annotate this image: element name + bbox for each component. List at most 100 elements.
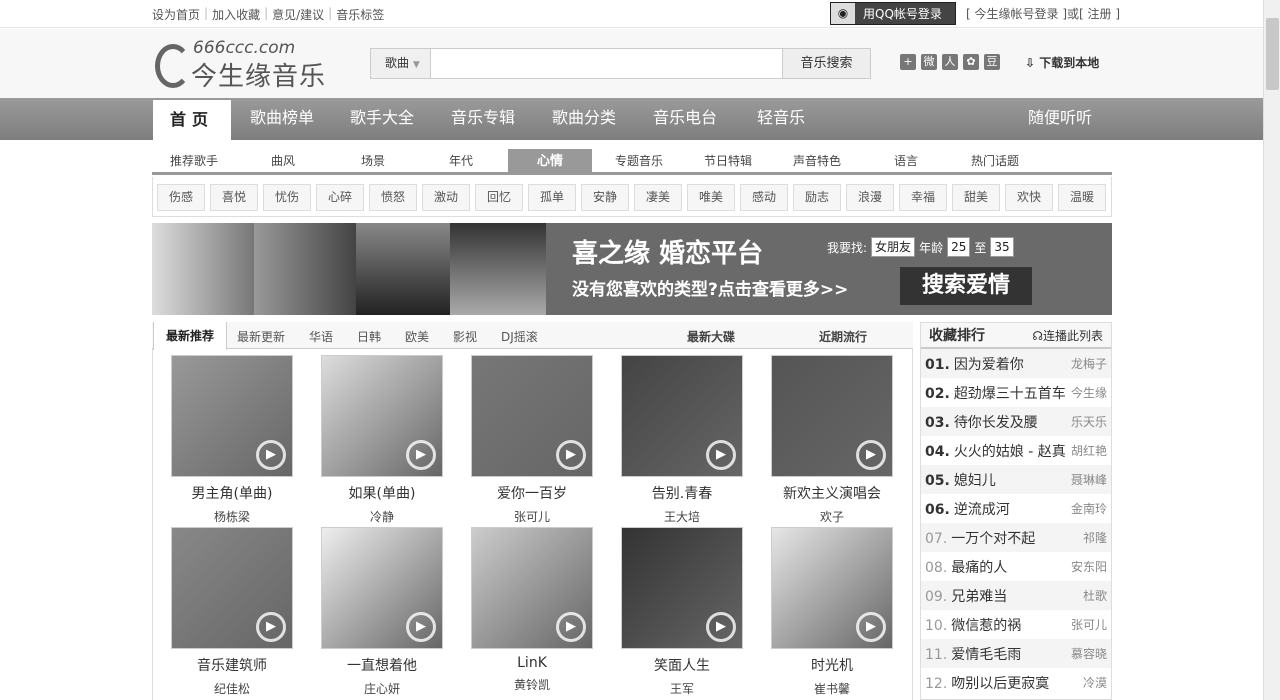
- subnav-item[interactable]: 年代: [449, 152, 473, 169]
- download-link[interactable]: ⇩ 下载到本地: [1025, 54, 1099, 71]
- rank-song[interactable]: 微信惹的祸: [951, 618, 1021, 634]
- weibo-icon[interactable]: 微: [921, 54, 937, 70]
- ranking-row[interactable]: 03. 待你长发及腰 乐天乐: [921, 407, 1111, 436]
- age-to-select[interactable]: 35: [990, 237, 1014, 257]
- search-input[interactable]: [431, 49, 782, 78]
- album-artist[interactable]: 杨栋梁: [157, 508, 307, 525]
- mood-tag[interactable]: 欢快: [1005, 184, 1053, 211]
- play-icon[interactable]: ▶: [256, 612, 286, 642]
- subnav-item[interactable]: 语言: [894, 152, 918, 169]
- rank-artist[interactable]: 胡红艳: [1071, 442, 1107, 459]
- ranking-row[interactable]: 11. 爱情毛毛雨 慕容晓: [921, 639, 1111, 668]
- mood-tag[interactable]: 感动: [740, 184, 788, 211]
- album-cover[interactable]: ▶: [771, 527, 893, 649]
- mood-tag[interactable]: 温暖: [1058, 184, 1106, 211]
- play-icon[interactable]: ▶: [406, 612, 436, 642]
- douban-icon[interactable]: 豆: [984, 54, 1000, 70]
- tab-film[interactable]: 影视: [453, 328, 477, 345]
- album-card[interactable]: ▶ LinK 黄铃凯: [457, 527, 607, 693]
- album-title[interactable]: 笑面人生: [607, 655, 757, 675]
- tab-latest-recommend[interactable]: 最新推荐: [153, 322, 228, 350]
- rank-artist[interactable]: 安东阳: [1071, 558, 1107, 575]
- nav-categories[interactable]: 歌曲分类: [552, 98, 616, 140]
- play-icon[interactable]: ▶: [406, 440, 436, 470]
- ranking-row[interactable]: 07. 一万个对不起 祁隆: [921, 523, 1111, 552]
- album-cover[interactable]: ▶: [471, 355, 593, 477]
- play-all-button[interactable]: ☊连播此列表: [1032, 327, 1103, 344]
- tab-chinese[interactable]: 华语: [309, 328, 333, 345]
- rank-song[interactable]: 吻别以后更寂寞: [951, 676, 1049, 692]
- search-button[interactable]: 音乐搜索: [782, 49, 870, 78]
- nav-random[interactable]: 随便听听: [1028, 98, 1092, 140]
- album-artist[interactable]: 崔书馨: [757, 680, 907, 697]
- rank-artist[interactable]: 聂琳峰: [1071, 471, 1107, 488]
- search-love-button[interactable]: 搜索爱情: [900, 267, 1032, 305]
- rank-artist[interactable]: 张可儿: [1071, 616, 1107, 633]
- dating-banner[interactable]: 喜之缘 婚恋平台 没有您喜欢的类型?点击查看更多>> 我要找: 女朋友 年龄 25 …: [152, 223, 1112, 315]
- feedback-link[interactable]: 意见/建议: [272, 6, 324, 23]
- rank-artist[interactable]: 冷漠: [1083, 674, 1107, 691]
- play-icon[interactable]: ▶: [706, 440, 736, 470]
- album-title[interactable]: 男主角(单曲): [157, 483, 307, 503]
- play-icon[interactable]: ▶: [706, 612, 736, 642]
- subnav-item[interactable]: 专题音乐: [615, 152, 663, 169]
- subnav-item[interactable]: 节日特辑: [704, 152, 752, 169]
- mood-tag[interactable]: 忧伤: [263, 184, 311, 211]
- banner-subtitle[interactable]: 没有您喜欢的类型?点击查看更多>>: [572, 275, 848, 300]
- rank-song[interactable]: 最痛的人: [951, 560, 1007, 576]
- ranking-row[interactable]: 01. 因为爱着你 龙梅子: [921, 349, 1111, 378]
- album-cover[interactable]: ▶: [171, 527, 293, 649]
- rank-artist[interactable]: 金南玲: [1071, 500, 1107, 517]
- logo[interactable]: 666ccc.com 今生缘音乐: [155, 36, 335, 94]
- rank-song[interactable]: 逆流成河: [954, 502, 1010, 518]
- mood-tag[interactable]: 喜悦: [210, 184, 258, 211]
- age-from-select[interactable]: 25: [947, 237, 971, 257]
- album-title[interactable]: LinK: [457, 655, 607, 671]
- rank-song[interactable]: 火火的姑娘 - 赵真: [954, 444, 1066, 460]
- album-artist[interactable]: 冷静: [307, 508, 457, 525]
- qq-login-button[interactable]: ◉ 用QQ帐号登录: [830, 2, 956, 25]
- album-title[interactable]: 时光机: [757, 655, 907, 675]
- album-card[interactable]: ▶ 告别.青春 王大培: [607, 355, 757, 525]
- account-login-link[interactable]: 今生缘帐号登录: [975, 7, 1059, 21]
- album-title[interactable]: 音乐建筑师: [157, 655, 307, 675]
- album-artist[interactable]: 庄心妍: [307, 680, 457, 697]
- plus-icon[interactable]: +: [900, 54, 916, 70]
- album-card[interactable]: ▶ 一直想着他 庄心妍: [307, 527, 457, 697]
- album-title[interactable]: 爱你一百岁: [457, 483, 607, 503]
- ranking-row[interactable]: 06. 逆流成河 金南玲: [921, 494, 1111, 523]
- ranking-row[interactable]: 09. 兄弟难当 杜歌: [921, 581, 1111, 610]
- mood-tag[interactable]: 回忆: [475, 184, 523, 211]
- album-card[interactable]: ▶ 新欢主义演唱会 欢子: [757, 355, 907, 525]
- renren-icon[interactable]: 人: [942, 54, 958, 70]
- search-category-select[interactable]: 歌曲 ▼: [371, 49, 431, 78]
- mood-tag[interactable]: 甜美: [952, 184, 1000, 211]
- music-tags-link[interactable]: 音乐标签: [336, 6, 384, 23]
- nav-radio[interactable]: 音乐电台: [653, 98, 717, 140]
- ranking-row[interactable]: 12. 吻别以后更寂寞 冷漠: [921, 668, 1111, 697]
- mood-tag[interactable]: 安静: [581, 184, 629, 211]
- album-title[interactable]: 新欢主义演唱会: [757, 483, 907, 503]
- subnav-item[interactable]: 场景: [361, 152, 385, 169]
- album-title[interactable]: 如果(单曲): [307, 483, 457, 503]
- mood-tag[interactable]: 激动: [422, 184, 470, 211]
- nav-charts[interactable]: 歌曲榜单: [250, 98, 314, 140]
- album-cover[interactable]: ▶: [471, 527, 593, 649]
- subnav-item[interactable]: 曲风: [271, 152, 295, 169]
- mood-tag[interactable]: 励志: [793, 184, 841, 211]
- rank-artist[interactable]: 慕容晓: [1071, 645, 1107, 662]
- play-icon[interactable]: ▶: [556, 440, 586, 470]
- album-cover[interactable]: ▶: [621, 527, 743, 649]
- album-artist[interactable]: 欢子: [757, 508, 907, 525]
- tab-dj-rock[interactable]: DJ摇滚: [501, 328, 538, 345]
- nav-light-music[interactable]: 轻音乐: [757, 98, 805, 140]
- tab-latest-update[interactable]: 最新更新: [237, 328, 285, 345]
- album-cover[interactable]: ▶: [321, 527, 443, 649]
- rank-artist[interactable]: 乐天乐: [1071, 413, 1107, 430]
- subnav-item-active[interactable]: 心情: [508, 149, 592, 175]
- rank-song[interactable]: 因为爱着你: [954, 357, 1024, 373]
- album-cover[interactable]: ▶: [171, 355, 293, 477]
- album-cover[interactable]: ▶: [321, 355, 443, 477]
- mood-tag[interactable]: 凄美: [634, 184, 682, 211]
- album-card[interactable]: ▶ 男主角(单曲) 杨栋梁: [157, 355, 307, 525]
